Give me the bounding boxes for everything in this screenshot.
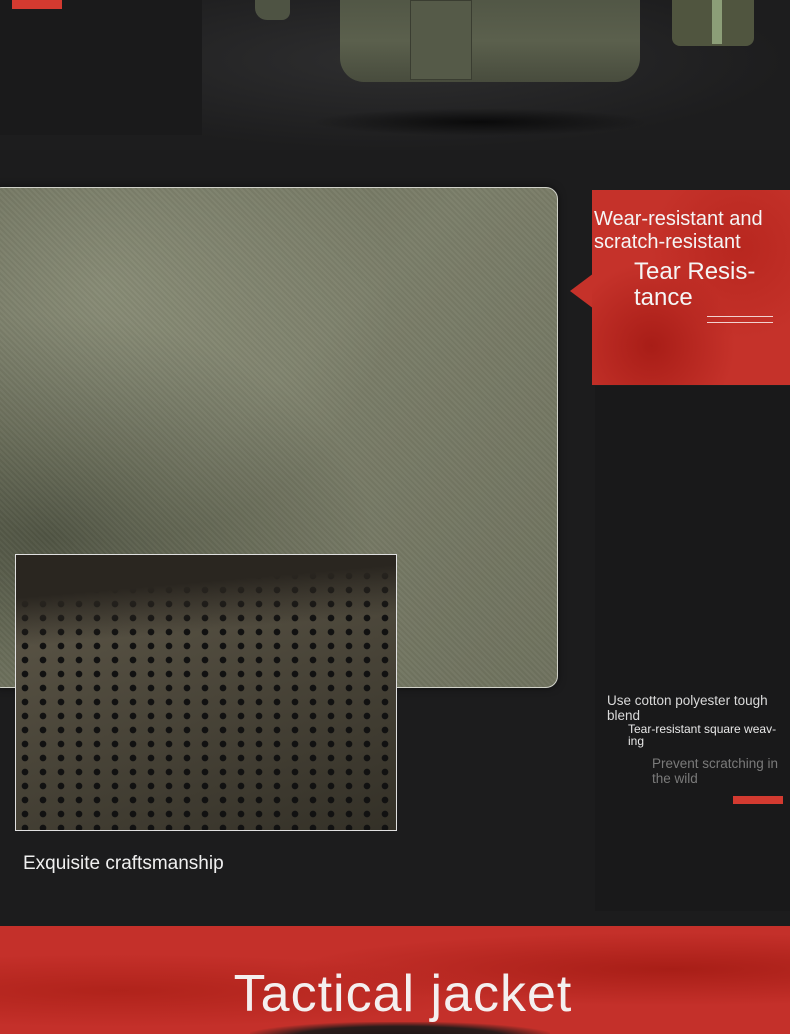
mesh-fold-shadow [16,555,396,645]
banner-title: Tactical jacket [233,965,573,1023]
feature-line-weaving: Tear-resistant square weav- ing [628,722,777,748]
red-pointer-arrow [570,273,594,309]
sleeve-strap [712,0,722,44]
jacket-pocket [410,0,472,80]
feature-line-scratch: Prevent scratching in the wild [652,756,779,786]
top-left-panel [0,0,202,135]
jacket-photo-band [0,0,790,150]
banner-dark-shape [250,1022,550,1034]
jacket-hem [340,0,640,82]
feature-line-blend: Use cotton polyester tough blend [607,693,768,723]
jacket-shadow [310,108,650,136]
feature-title: Tear Resis- tance [634,258,756,311]
red-bar-accent [733,796,783,804]
title-underline [707,322,773,323]
feature-column [595,386,790,911]
feature-subtitle: Wear-resistant and scratch-resistant [594,208,763,253]
mesh-lining-image [15,554,397,831]
title-underline [707,316,773,317]
craftsmanship-caption: Exquisite craftsmanship [23,853,224,874]
jacket-left-sleeve [255,0,290,20]
bottom-banner: Tactical jacket [0,926,790,1034]
red-tab-accent [12,0,62,9]
